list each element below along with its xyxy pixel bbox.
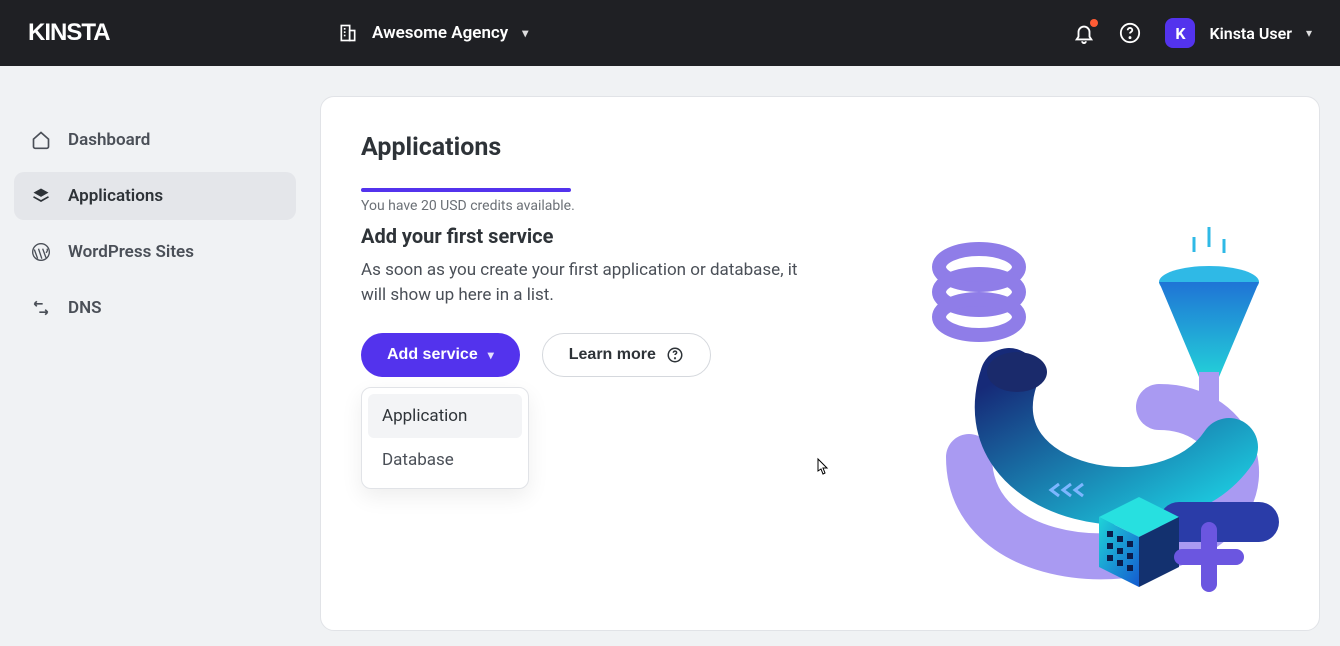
add-service-dropdown: Application Database bbox=[361, 387, 529, 489]
avatar: K bbox=[1165, 18, 1195, 48]
empty-state-description: As soon as you create your first applica… bbox=[361, 258, 821, 307]
company-selector[interactable]: Awesome Agency ▾ bbox=[338, 23, 528, 43]
chevron-down-icon: ▾ bbox=[1306, 26, 1312, 40]
applications-card: Applications You have 20 USD credits ava… bbox=[320, 96, 1320, 631]
notifications-button[interactable] bbox=[1073, 22, 1095, 44]
app-header: KINSTA Awesome Agency ▾ bbox=[0, 0, 1340, 66]
notification-dot bbox=[1090, 19, 1098, 27]
user-name: Kinsta User bbox=[1209, 24, 1292, 43]
dropdown-item-application[interactable]: Application bbox=[368, 394, 522, 438]
add-service-label: Add service bbox=[387, 346, 478, 364]
learn-more-button[interactable]: Learn more bbox=[542, 333, 711, 377]
dropdown-item-label: Application bbox=[382, 406, 467, 426]
building-icon bbox=[338, 23, 358, 43]
svg-text:KINSTA: KINSTA bbox=[28, 20, 110, 46]
help-button[interactable] bbox=[1119, 22, 1141, 44]
dropdown-item-database[interactable]: Database bbox=[368, 438, 522, 482]
credits-progress bbox=[361, 188, 571, 192]
sidebar-item-label: Dashboard bbox=[68, 130, 150, 150]
dropdown-item-label: Database bbox=[382, 450, 454, 470]
sidebar-item-label: WordPress Sites bbox=[68, 242, 194, 262]
chevron-down-icon: ▾ bbox=[522, 26, 528, 40]
sidebar-item-dns[interactable]: DNS bbox=[14, 284, 296, 332]
layers-icon bbox=[30, 185, 52, 207]
sidebar-item-applications[interactable]: Applications bbox=[14, 172, 296, 220]
illustration bbox=[909, 197, 1309, 617]
sidebar-item-label: DNS bbox=[68, 298, 101, 318]
brand-logo: KINSTA bbox=[28, 20, 138, 46]
avatar-letter: K bbox=[1175, 24, 1185, 43]
chevron-down-icon: ▾ bbox=[488, 348, 494, 362]
sidebar-item-dashboard[interactable]: Dashboard bbox=[14, 116, 296, 164]
wordpress-icon bbox=[30, 241, 52, 263]
sidebar: Dashboard Applications WordPress Sites D… bbox=[0, 66, 310, 646]
main-content: Applications You have 20 USD credits ava… bbox=[310, 66, 1340, 646]
add-service-button[interactable]: Add service ▾ bbox=[361, 333, 520, 377]
company-name: Awesome Agency bbox=[372, 23, 508, 43]
home-icon bbox=[30, 129, 52, 151]
help-icon bbox=[666, 346, 684, 364]
learn-more-label: Learn more bbox=[569, 346, 656, 364]
dns-icon bbox=[30, 297, 52, 319]
user-menu[interactable]: K Kinsta User ▾ bbox=[1165, 18, 1312, 48]
cursor-icon bbox=[811, 457, 831, 481]
header-actions: K Kinsta User ▾ bbox=[1073, 18, 1312, 48]
page-title: Applications bbox=[361, 133, 1279, 162]
help-icon bbox=[1119, 22, 1141, 44]
sidebar-item-label: Applications bbox=[68, 186, 163, 206]
sidebar-item-wordpress[interactable]: WordPress Sites bbox=[14, 228, 296, 276]
